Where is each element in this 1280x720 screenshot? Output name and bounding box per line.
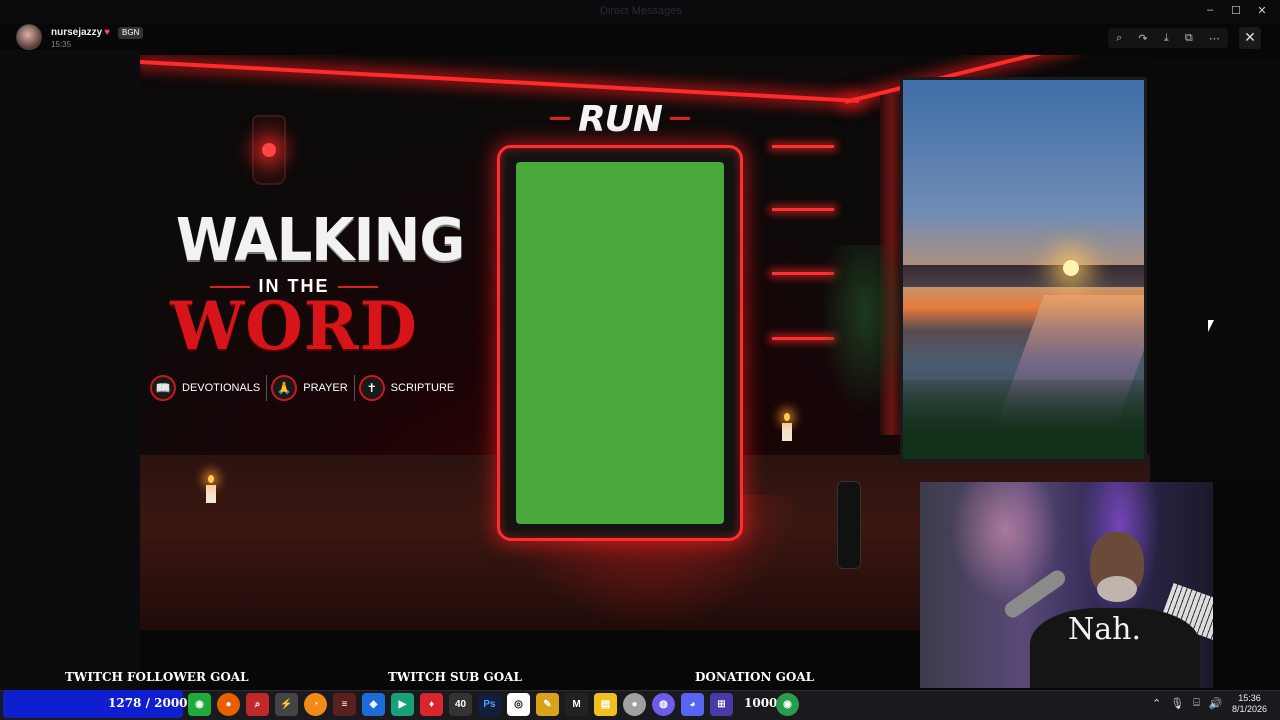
topic-list: 📖 DEVOTIONALS 🙏 PRAYER ✝ SCRIPTURE [150, 375, 454, 401]
window-controls: – ☐ ✕ [1202, 4, 1270, 17]
vscode-icon[interactable]: ◈ [362, 693, 385, 716]
streamer [1030, 532, 1200, 688]
app-icon[interactable]: ✎ [536, 693, 559, 716]
badge-count-icon[interactable]: 40 [449, 693, 472, 716]
green-screen [516, 162, 724, 524]
overlay-title-word: WORD [170, 287, 418, 365]
shirt-text: Nah. [1068, 612, 1141, 647]
praying-hands-icon: 🙏 [271, 375, 298, 401]
donation-goal-label: DONATION GOAL [695, 670, 815, 684]
overlay-title-walking: WALKING [176, 206, 465, 275]
viewer-toolbar: ⌕ ↷ ⤓ ⧉ ⋯ [1108, 28, 1228, 48]
app-icon[interactable]: ◎ [507, 693, 530, 716]
topic-label: SCRIPTURE [390, 382, 455, 394]
candle-flame [208, 475, 214, 483]
more-icon[interactable]: ⋯ [1209, 32, 1220, 45]
topic-label: PRAYER [303, 382, 348, 394]
download-icon[interactable]: ⤓ [1164, 32, 1169, 45]
open-external-icon[interactable]: ⧉ [1185, 32, 1193, 45]
firefox-icon[interactable]: ● [217, 693, 240, 716]
city-skyline [903, 265, 1144, 287]
screen: Direct Messages – ☐ ✕ nursejazzy ♥ BGN 15… [0, 0, 1280, 720]
plant [820, 245, 910, 415]
bible-icon: ✝ [358, 375, 385, 401]
zoom-icon[interactable]: ⌕ [1116, 32, 1122, 45]
topic-prayer: 🙏 PRAYER [271, 375, 355, 401]
app-icon[interactable]: ⊞ [710, 693, 733, 716]
search-app-icon[interactable]: ⌕ [246, 693, 269, 716]
candle-flame [784, 413, 790, 421]
app-icon[interactable]: ● [623, 693, 646, 716]
system-tray: ⌃ 🎙 ⌸ 🔊 [1152, 697, 1223, 710]
neon-shelf [772, 145, 834, 148]
microphone-icon[interactable]: 🎙 [1170, 697, 1184, 710]
sunset-window [900, 77, 1147, 462]
topic-scripture: ✝ SCRIPTURE [358, 375, 461, 401]
network-icon[interactable]: ⌸ [1193, 697, 1200, 710]
photoshop-icon[interactable]: Ps [478, 693, 501, 716]
follower-goal-value: 1278 / 2000 [108, 696, 188, 710]
clock[interactable]: 15:36 8/1/2026 [1232, 693, 1267, 715]
candle [782, 423, 792, 441]
close-window-icon[interactable]: ✕ [1254, 4, 1270, 17]
count-value: 1000 [744, 696, 778, 710]
clock-date: 8/1/2026 [1232, 704, 1268, 714]
tool-icon[interactable]: ⚡ [275, 693, 298, 716]
topic-devotionals: 📖 DEVOTIONALS [150, 375, 268, 401]
background-sidebar [0, 50, 140, 690]
video-frame [497, 145, 743, 541]
taskbar-apps: ◉ ● ⌕ ⚡ ◔ ≡ ◈ ▶ ♦ 40 Ps ◎ ✎ M ▤ ● ◍ ◕ ⊞ [188, 693, 733, 716]
message-time: 15:35 [51, 40, 72, 49]
app-icon[interactable]: M [565, 693, 588, 716]
app-icon[interactable]: ◍ [652, 693, 675, 716]
folder-icon[interactable]: ▤ [594, 693, 617, 716]
app-icon[interactable]: ◔ [304, 693, 327, 716]
maximize-icon[interactable]: ☐ [1228, 4, 1244, 17]
app-titlebar: Direct Messages – ☐ ✕ [0, 0, 1280, 24]
minimize-icon[interactable]: – [1202, 4, 1218, 17]
background-right-panel [1150, 60, 1280, 480]
chrome-icon[interactable]: ◉ [776, 693, 799, 716]
follower-goal-label: TWITCH FOLLOWER GOAL [65, 670, 249, 684]
streamer-beard [1097, 576, 1137, 602]
chevron-up-icon[interactable]: ⌃ [1152, 697, 1161, 710]
close-viewer-button[interactable]: ✕ [1239, 27, 1261, 49]
user-badge: BGN [118, 27, 144, 39]
book-icon: 📖 [150, 375, 176, 401]
trees [903, 380, 1144, 459]
neon-shelf [772, 208, 834, 211]
run-frame-label: RUN [550, 99, 690, 140]
sun [1063, 260, 1079, 276]
discord-icon[interactable]: ◕ [681, 693, 704, 716]
topic-label: DEVOTIONALS [182, 382, 261, 394]
avatar[interactable] [16, 24, 42, 50]
lantern-light [262, 143, 276, 157]
share-icon[interactable]: ↷ [1138, 32, 1147, 45]
neon-strip [140, 60, 860, 103]
heart-icon: ♥ [104, 27, 111, 38]
mouse-cursor-icon [1208, 320, 1214, 332]
webcam-feed: Nah. [920, 482, 1213, 688]
candle [206, 485, 216, 503]
water-bottle [837, 481, 861, 569]
whatsapp-icon[interactable]: ◉ [188, 693, 211, 716]
clock-time: 15:36 [1238, 693, 1261, 703]
app-icon[interactable]: ♦ [420, 693, 443, 716]
app-title: Direct Messages [600, 5, 682, 17]
app-icon[interactable]: ≡ [333, 693, 356, 716]
volume-icon[interactable]: 🔊 [1209, 697, 1223, 710]
sub-goal-label: TWITCH SUB GOAL [388, 670, 522, 684]
play-app-icon[interactable]: ▶ [391, 693, 414, 716]
username[interactable]: nursejazzy ♥ [51, 27, 110, 38]
